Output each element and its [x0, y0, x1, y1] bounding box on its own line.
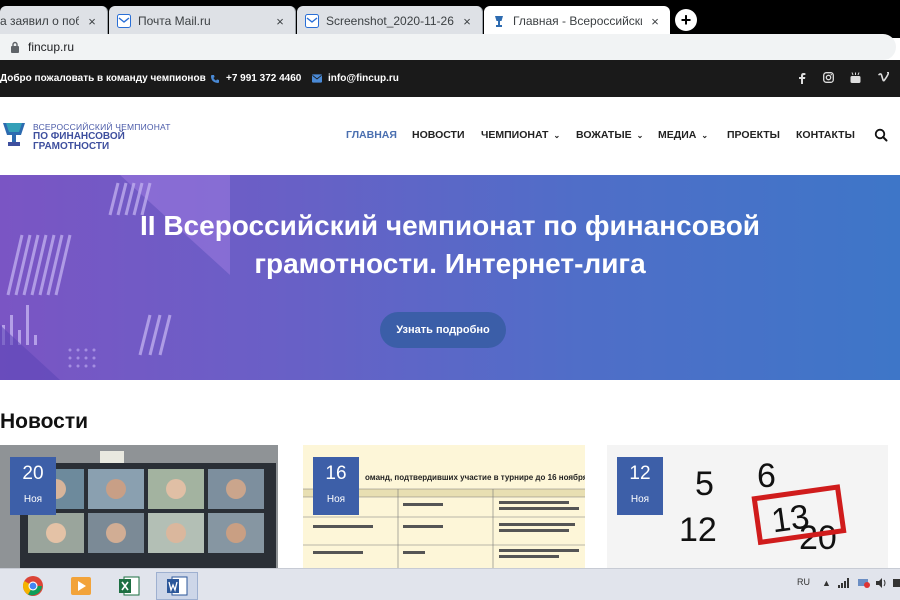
- site-header: ВСЕРОССИЙСКИЙ ЧЕМПИОНАТ ПО ФИНАНСОВОЙ ГР…: [0, 97, 900, 175]
- vimeo-icon[interactable]: [877, 71, 889, 84]
- instagram-icon[interactable]: [822, 72, 834, 84]
- url-text[interactable]: fincup.ru: [28, 40, 74, 54]
- site-logo[interactable]: ВСЕРОССИЙСКИЙ ЧЕМПИОНАТ ПО ФИНАНСОВОЙ ГР…: [2, 122, 171, 152]
- tab-title: Главная - Всероссийский чемп: [513, 14, 642, 28]
- date-badge: 16 Ноя: [313, 457, 359, 515]
- keyboard-icon[interactable]: [893, 578, 900, 590]
- nav-label: ЧЕМПИОНАТ: [481, 129, 549, 141]
- news-heading: Новости: [0, 410, 89, 433]
- tab-close-icon[interactable]: ×: [648, 14, 662, 29]
- trophy-icon: [2, 122, 26, 150]
- new-tab-button[interactable]: +: [675, 9, 697, 31]
- youtube-icon[interactable]: [849, 72, 861, 84]
- nav-item-counselors[interactable]: ВОЖАТЫЕ ⌄: [576, 129, 643, 141]
- hero-title-line-2: грамотности. Интернет-лига: [254, 248, 646, 279]
- word-icon[interactable]: [156, 572, 198, 600]
- tab-close-icon[interactable]: ×: [85, 14, 99, 29]
- news-card[interactable]: 56 12 20 13 12 Ноя: [607, 445, 888, 570]
- hero-title: II Всероссийский чемпионат по финансовой…: [60, 207, 840, 283]
- media-player-icon[interactable]: [60, 572, 102, 600]
- nav-item-home[interactable]: ГЛАВНАЯ: [346, 129, 397, 141]
- date-day: 16: [325, 463, 347, 484]
- browser-tab-active[interactable]: Главная - Всероссийский чемп ×: [484, 6, 670, 36]
- date-badge: 20 Ноя: [10, 457, 56, 515]
- svg-text:12: 12: [679, 511, 717, 549]
- top-info-bar: Добро пожаловать в команду чемпионов +7 …: [0, 60, 900, 97]
- email-link[interactable]: info@fincup.ru: [312, 73, 399, 84]
- phone-link[interactable]: +7 991 372 4460: [210, 73, 301, 84]
- mail-icon: [305, 14, 319, 28]
- news-card[interactable]: 20 Ноя: [0, 445, 278, 570]
- date-badge: 12 Ноя: [617, 457, 663, 515]
- chevron-down-icon: ⌄: [701, 130, 709, 140]
- document-title: оманд, подтвердивших участие в турнире д…: [365, 473, 585, 482]
- nav-item-media[interactable]: МЕДИА ⌄: [658, 129, 708, 141]
- language-indicator[interactable]: RU: [797, 577, 810, 587]
- date-month: Ноя: [326, 494, 346, 505]
- hero-title-line-1: II Всероссийский чемпионат по финансовой: [139, 210, 761, 241]
- cup-icon: [492, 14, 506, 28]
- nav-label: ВОЖАТЫЕ: [576, 129, 632, 141]
- date-month: Ноя: [630, 494, 650, 505]
- mail-icon: [117, 14, 131, 28]
- signal-icon[interactable]: [838, 578, 850, 590]
- date-day: 12: [629, 463, 651, 484]
- network-warning-icon[interactable]: [858, 578, 870, 590]
- phone-icon: [210, 74, 220, 84]
- nav-item-championship[interactable]: ЧЕМПИОНАТ ⌄: [481, 129, 560, 141]
- windows-taskbar: RU ▲: [0, 568, 900, 600]
- svg-text:13: 13: [769, 498, 812, 541]
- browser-tab-strip: а заявил о победе н × Почта Mail.ru × Sc…: [0, 0, 900, 38]
- volume-icon[interactable]: [876, 578, 888, 590]
- tab-title: Screenshot_2020-11-26-11-13-5: [326, 14, 454, 28]
- chevron-up-icon[interactable]: ▲: [822, 578, 831, 588]
- nav-item-contacts[interactable]: КОНТАКТЫ: [796, 129, 855, 141]
- search-icon[interactable]: [874, 128, 888, 142]
- lock-icon: [10, 40, 22, 54]
- logo-text: ВСЕРОССИЙСКИЙ ЧЕМПИОНАТ ПО ФИНАНСОВОЙ ГР…: [33, 122, 171, 152]
- tab-close-icon[interactable]: ×: [273, 14, 287, 29]
- hero-banner: II Всероссийский чемпионат по финансовой…: [0, 175, 900, 380]
- tab-title: а заявил о победе н: [0, 14, 79, 28]
- tab-title: Почта Mail.ru: [138, 14, 211, 28]
- svg-text:6: 6: [757, 457, 776, 495]
- chevron-down-icon: ⌄: [553, 130, 561, 140]
- news-card[interactable]: оманд, подтвердивших участие в турнире д…: [303, 445, 585, 570]
- browser-tab[interactable]: Screenshot_2020-11-26-11-13-5 ×: [297, 6, 483, 36]
- nav-item-news[interactable]: НОВОСТИ: [412, 129, 465, 141]
- chevron-down-icon: ⌄: [636, 130, 644, 140]
- excel-icon[interactable]: [108, 572, 150, 600]
- facebook-icon[interactable]: [796, 72, 808, 84]
- address-bar[interactable]: fincup.ru: [0, 34, 896, 60]
- phone-number: +7 991 372 4460: [226, 73, 302, 84]
- browser-tab[interactable]: Почта Mail.ru ×: [109, 6, 296, 36]
- date-day: 20: [22, 463, 44, 484]
- welcome-text: Добро пожаловать в команду чемпионов: [0, 73, 206, 84]
- learn-more-button[interactable]: Узнать подробно: [380, 312, 506, 348]
- nav-label: МЕДИА: [658, 129, 697, 141]
- browser-tab[interactable]: а заявил о победе н ×: [0, 6, 108, 36]
- tab-close-icon[interactable]: ×: [460, 14, 474, 29]
- envelope-icon: [312, 73, 322, 84]
- chrome-icon[interactable]: [12, 572, 54, 600]
- logo-line-3: ГРАМОТНОСТИ: [33, 141, 110, 152]
- nav-item-projects[interactable]: ПРОЕКТЫ: [727, 129, 780, 141]
- date-month: Ноя: [23, 494, 43, 505]
- svg-text:5: 5: [695, 465, 714, 503]
- email-address: info@fincup.ru: [328, 73, 399, 84]
